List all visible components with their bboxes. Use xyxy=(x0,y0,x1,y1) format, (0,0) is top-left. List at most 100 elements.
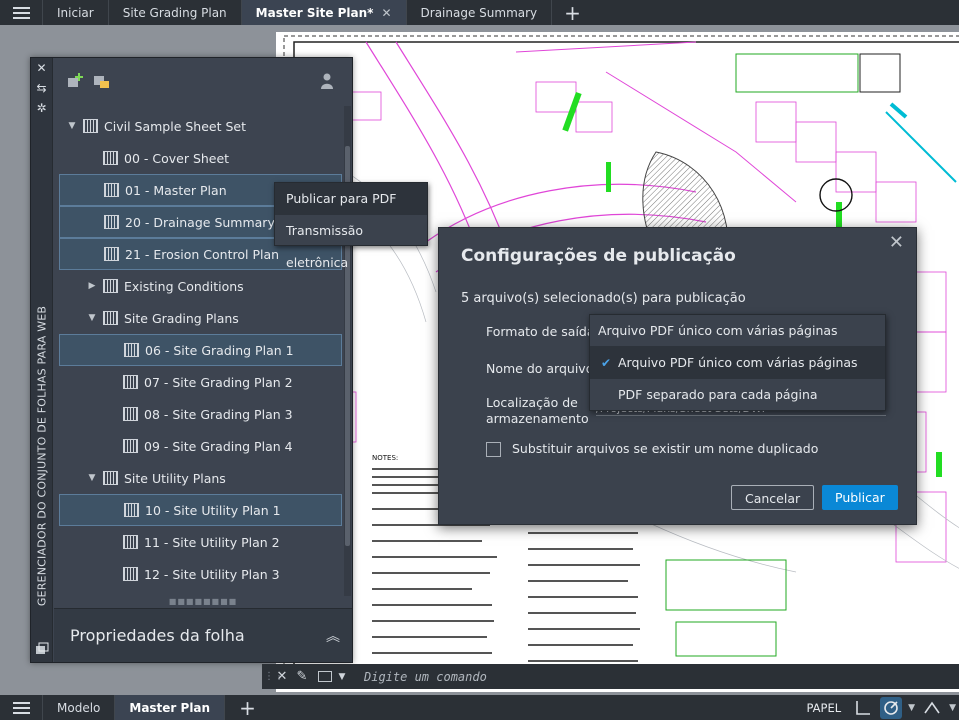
collapse-icon[interactable]: ▼ xyxy=(87,313,97,323)
isometric-icon[interactable] xyxy=(921,697,943,719)
menu-item-etransmit[interactable]: Transmissão eletrônica xyxy=(275,215,427,270)
option-single-pdf[interactable]: ✔ Arquivo PDF único com várias páginas xyxy=(590,347,885,379)
sheet-set-root[interactable]: ▼ Civil Sample Sheet Set xyxy=(59,110,342,142)
sheet-icon xyxy=(123,375,138,389)
sheet-item[interactable]: 08 - Site Grading Plan 3 xyxy=(59,398,342,430)
hamburger-icon xyxy=(12,701,30,714)
sheet-icon xyxy=(123,567,138,581)
close-tab-icon[interactable]: ✕ xyxy=(381,6,391,20)
sheet-icon xyxy=(103,151,118,165)
sheet-properties-label: Propriedades da folha xyxy=(70,626,245,645)
palette-properties-icon[interactable]: ✲ xyxy=(31,98,52,118)
customize-icon[interactable]: ✎ xyxy=(292,669,312,684)
status-bar: PAPEL ▼ ▼ xyxy=(798,695,959,720)
sheet-item[interactable]: 07 - Site Grading Plan 2 xyxy=(59,366,342,398)
svg-text:NOTES:: NOTES: xyxy=(372,454,398,462)
add-sheet-icon[interactable] xyxy=(66,72,84,90)
command-input[interactable] xyxy=(364,669,764,684)
chevron-down-icon[interactable]: ▼ xyxy=(949,703,956,713)
tab-label: Master Plan xyxy=(129,700,211,715)
sheet-icon xyxy=(104,247,119,261)
app-window: Iniciar Site Grading Plan Master Site Pl… xyxy=(0,0,959,720)
output-format-label: Formato de saída xyxy=(486,324,595,339)
option-label: Arquivo PDF único com várias páginas xyxy=(618,355,858,370)
tree-item-label: 00 - Cover Sheet xyxy=(124,150,230,166)
sheet-tree: ▼ Civil Sample Sheet Set 00 - Cover Sheet 0… xyxy=(54,106,342,596)
close-command-line-icon[interactable]: ✕ xyxy=(272,669,292,684)
tree-scrollbar[interactable] xyxy=(344,106,351,596)
tree-item-label: 08 - Site Grading Plan 3 xyxy=(144,406,293,422)
splitter-grip[interactable]: ■■■■■■■■ xyxy=(54,598,352,606)
paper-space-toggle[interactable]: PAPEL xyxy=(798,701,849,715)
sheet-item[interactable]: 06 - Site Grading Plan 1 xyxy=(59,334,342,366)
collapse-icon[interactable]: ▼ xyxy=(67,121,77,131)
menu-item-publish-pdf[interactable]: Publicar para PDF xyxy=(275,183,427,215)
subset-item[interactable]: ▼ Site Grading Plans xyxy=(59,302,342,334)
option-separate-pdf[interactable]: PDF separado para cada página xyxy=(590,379,885,411)
sheet-set-icon xyxy=(83,119,98,133)
dialog-title: Configurações de publicação xyxy=(461,246,736,266)
hamburger-icon xyxy=(12,6,30,19)
sheet-item[interactable]: 11 - Site Utility Plan 2 xyxy=(59,526,342,558)
collapse-icon[interactable]: ▼ xyxy=(87,473,97,483)
publish-sheet-icon[interactable] xyxy=(92,72,110,90)
tab-label: Iniciar xyxy=(57,5,94,20)
ortho-icon[interactable] xyxy=(852,697,874,719)
sheet-icon xyxy=(124,343,139,357)
layout-tab-bar: Modelo Master Plan + PAPEL ▼ ▼ xyxy=(0,695,959,720)
sheet-set-icon xyxy=(36,642,49,654)
recent-commands-icon[interactable]: ▼ xyxy=(332,672,352,682)
sheet-item[interactable]: 09 - Site Grading Plan 4 xyxy=(59,430,342,462)
output-format-dropdown[interactable]: Arquivo PDF único com várias páginas ✔ A… xyxy=(589,314,886,411)
tree-item-label: 10 - Site Utility Plan 1 xyxy=(145,502,281,518)
new-tab-button[interactable]: + xyxy=(551,0,593,25)
sheet-item[interactable]: 10 - Site Utility Plan 1 xyxy=(59,494,342,526)
layout-menu-button[interactable] xyxy=(0,695,42,720)
sheet-icon xyxy=(123,535,138,549)
tree-item-label: 12 - Site Utility Plan 3 xyxy=(144,566,280,582)
chevron-down-icon[interactable]: ▼ xyxy=(908,703,915,713)
tree-item-label: 06 - Site Grading Plan 1 xyxy=(145,342,294,358)
tab-master-plan[interactable]: Master Plan xyxy=(114,695,225,720)
main-menu-button[interactable] xyxy=(0,0,42,25)
auto-hide-icon[interactable]: ⇆ xyxy=(31,78,52,98)
tab-model[interactable]: Modelo xyxy=(42,695,114,720)
dropdown-current-value[interactable]: Arquivo PDF único com várias páginas xyxy=(590,315,885,347)
file-tab-bar: Iniciar Site Grading Plan Master Site Pl… xyxy=(0,0,959,25)
command-line-grip[interactable]: ⋮⋮ xyxy=(264,671,284,682)
tab-master-site-plan[interactable]: Master Site Plan* ✕ xyxy=(240,0,406,25)
tree-item-label: 01 - Master Plan xyxy=(125,182,227,198)
palette-vertical-title: GERENCIADOR DO CONJUNTO DE FOLHAS PARA W… xyxy=(35,305,49,607)
sheet-icon xyxy=(123,439,138,453)
cancel-button[interactable]: Cancelar xyxy=(731,485,815,510)
tree-item-label: Civil Sample Sheet Set xyxy=(104,118,246,134)
publish-button[interactable]: Publicar xyxy=(822,485,898,510)
tab-start[interactable]: Iniciar xyxy=(42,0,108,25)
palette-toolbar xyxy=(54,58,352,106)
plus-icon: + xyxy=(564,0,581,25)
command-prompt-icon[interactable] xyxy=(318,671,332,682)
sheet-item[interactable]: 12 - Site Utility Plan 3 xyxy=(59,558,342,590)
close-dialog-icon[interactable]: ✕ xyxy=(889,232,904,253)
tab-site-grading-plan[interactable]: Site Grading Plan xyxy=(107,0,241,25)
chevron-up-icon[interactable]: ︽ xyxy=(326,626,340,646)
new-layout-button[interactable]: + xyxy=(224,695,270,720)
tree-item-label: 07 - Site Grading Plan 2 xyxy=(144,374,293,390)
tab-drainage-summary[interactable]: Drainage Summary xyxy=(405,0,552,25)
palette-main: ▼ Civil Sample Sheet Set 00 - Cover Sheet 0… xyxy=(54,58,352,662)
tree-item-label: Site Utility Plans xyxy=(124,470,226,486)
subset-icon xyxy=(103,471,118,485)
subset-icon xyxy=(103,279,118,293)
replace-files-checkbox[interactable] xyxy=(486,442,501,457)
tree-item-label: Existing Conditions xyxy=(124,278,244,294)
expand-icon[interactable]: ▶ xyxy=(87,281,97,291)
user-icon[interactable] xyxy=(318,72,336,90)
tab-label: Master Site Plan* xyxy=(255,5,374,20)
polar-tracking-icon[interactable] xyxy=(880,696,903,719)
sheet-item[interactable]: 00 - Cover Sheet xyxy=(59,142,342,174)
sheet-properties-header[interactable]: Propriedades da folha ︽ xyxy=(54,608,352,662)
close-palette-icon[interactable]: ✕ xyxy=(31,58,52,78)
subset-item[interactable]: ▼ Site Utility Plans xyxy=(59,462,342,494)
tree-item-label: 11 - Site Utility Plan 2 xyxy=(144,534,280,550)
option-label: PDF separado para cada página xyxy=(618,387,818,402)
